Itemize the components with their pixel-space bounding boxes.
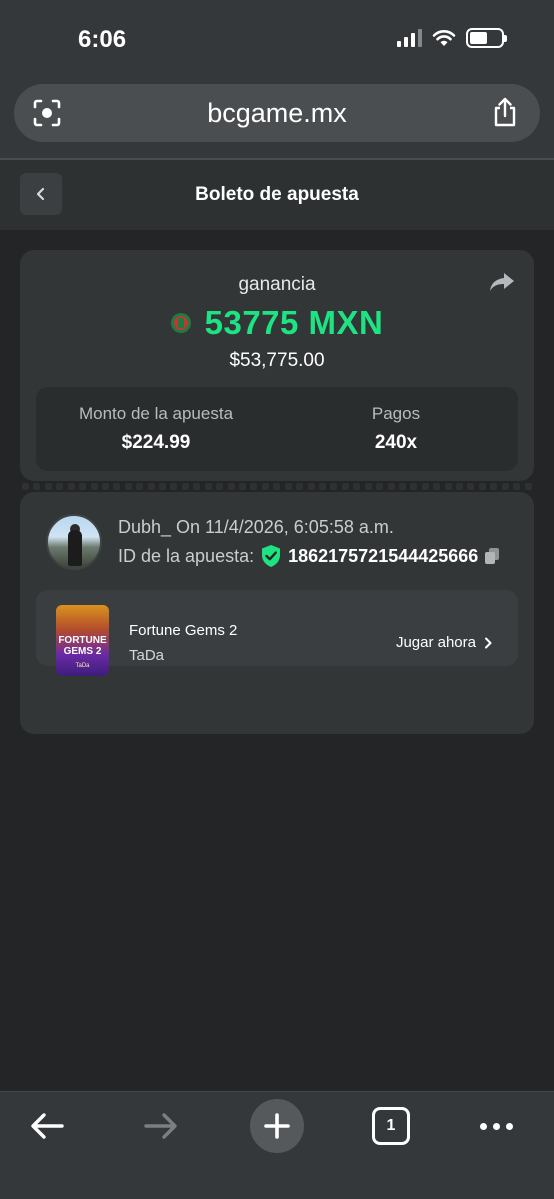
status-icons bbox=[397, 28, 507, 48]
win-amount-row: 53775 MXN bbox=[20, 304, 534, 342]
bet-amount-label: Monto de la apuesta bbox=[78, 404, 234, 423]
cellular-signal-icon bbox=[397, 29, 422, 47]
win-amount-fiat: $53,775.00 bbox=[229, 350, 325, 371]
ticket-perforation bbox=[22, 483, 532, 491]
tabs-button[interactable]: 1 bbox=[372, 1107, 410, 1145]
game-name: Fortune Gems 2 bbox=[129, 622, 238, 639]
more-dots-icon bbox=[479, 1122, 487, 1130]
battery-icon bbox=[466, 28, 507, 48]
address-bar[interactable]: bcgame.mx bbox=[14, 84, 540, 142]
user-timestamp: Dubh_ On 11/4/2026, 6:05:58 a.m. bbox=[118, 517, 394, 537]
copy-icon[interactable] bbox=[484, 547, 500, 565]
play-now-button[interactable]: Jugar ahora bbox=[396, 634, 492, 651]
share-icon[interactable] bbox=[490, 96, 520, 128]
tab-count: 1 bbox=[386, 1117, 396, 1134]
game-thumbnail-title: FORTUNE GEMS 2 bbox=[58, 635, 107, 657]
wifi-icon bbox=[432, 30, 456, 46]
arrow-left-icon bbox=[31, 1113, 64, 1139]
ticket-summary-card: ganancia 53775 MXN $53,775.00 Monto de l… bbox=[20, 250, 534, 481]
browser-top-chrome: 6:06 bcgame.mx bbox=[0, 0, 554, 158]
bet-id-row: ID de la apuesta: 1862175721544425666 bbox=[118, 544, 500, 568]
game-thumbnail[interactable]: FORTUNE GEMS 2 TaDa bbox=[56, 605, 109, 676]
browser-toolbar: 1 bbox=[0, 1091, 554, 1199]
more-menu-button[interactable] bbox=[476, 1106, 516, 1146]
payout-stat: Pagos 240x bbox=[336, 404, 456, 454]
status-time: 6:06 bbox=[78, 26, 127, 53]
shield-check-icon bbox=[262, 545, 281, 567]
bet-id-value: 1862175721544425666 bbox=[288, 545, 479, 566]
gain-label: ganancia bbox=[238, 274, 316, 295]
page-title: Boleto de apuesta bbox=[195, 184, 359, 205]
bet-stats-panel: Monto de la apuesta $224.99 Pagos 240x bbox=[36, 387, 518, 471]
payout-value: 240x bbox=[374, 432, 418, 453]
game-thumbnail-brand: TaDa bbox=[75, 663, 90, 669]
bet-id-label: ID de la apuesta: bbox=[118, 545, 255, 566]
page-header: Boleto de apuesta bbox=[0, 160, 554, 230]
bet-amount-value: $224.99 bbox=[121, 432, 191, 453]
bet-details-card: Dubh_ On 11/4/2026, 6:05:58 a.m. ID de l… bbox=[20, 492, 534, 734]
browser-back-button[interactable] bbox=[26, 1106, 68, 1146]
plus-icon bbox=[264, 1113, 290, 1139]
chevron-right-icon bbox=[485, 637, 492, 648]
mxn-coin-icon bbox=[170, 313, 191, 333]
url-text[interactable]: bcgame.mx bbox=[14, 98, 540, 129]
game-provider: TaDa bbox=[129, 647, 165, 664]
browser-forward-button[interactable] bbox=[140, 1106, 182, 1146]
bet-amount-stat: Monto de la apuesta $224.99 bbox=[58, 404, 254, 454]
game-row[interactable]: FORTUNE GEMS 2 TaDa Fortune Gems 2 TaDa … bbox=[36, 590, 518, 676]
win-amount: 53775 MXN bbox=[204, 304, 384, 341]
payout-label: Pagos bbox=[371, 404, 421, 423]
avatar[interactable] bbox=[46, 514, 102, 570]
play-now-label: Jugar ahora bbox=[395, 634, 476, 651]
new-tab-button[interactable] bbox=[250, 1099, 304, 1153]
arrow-right-icon bbox=[144, 1113, 177, 1139]
forward-arrow-icon[interactable] bbox=[488, 270, 516, 294]
